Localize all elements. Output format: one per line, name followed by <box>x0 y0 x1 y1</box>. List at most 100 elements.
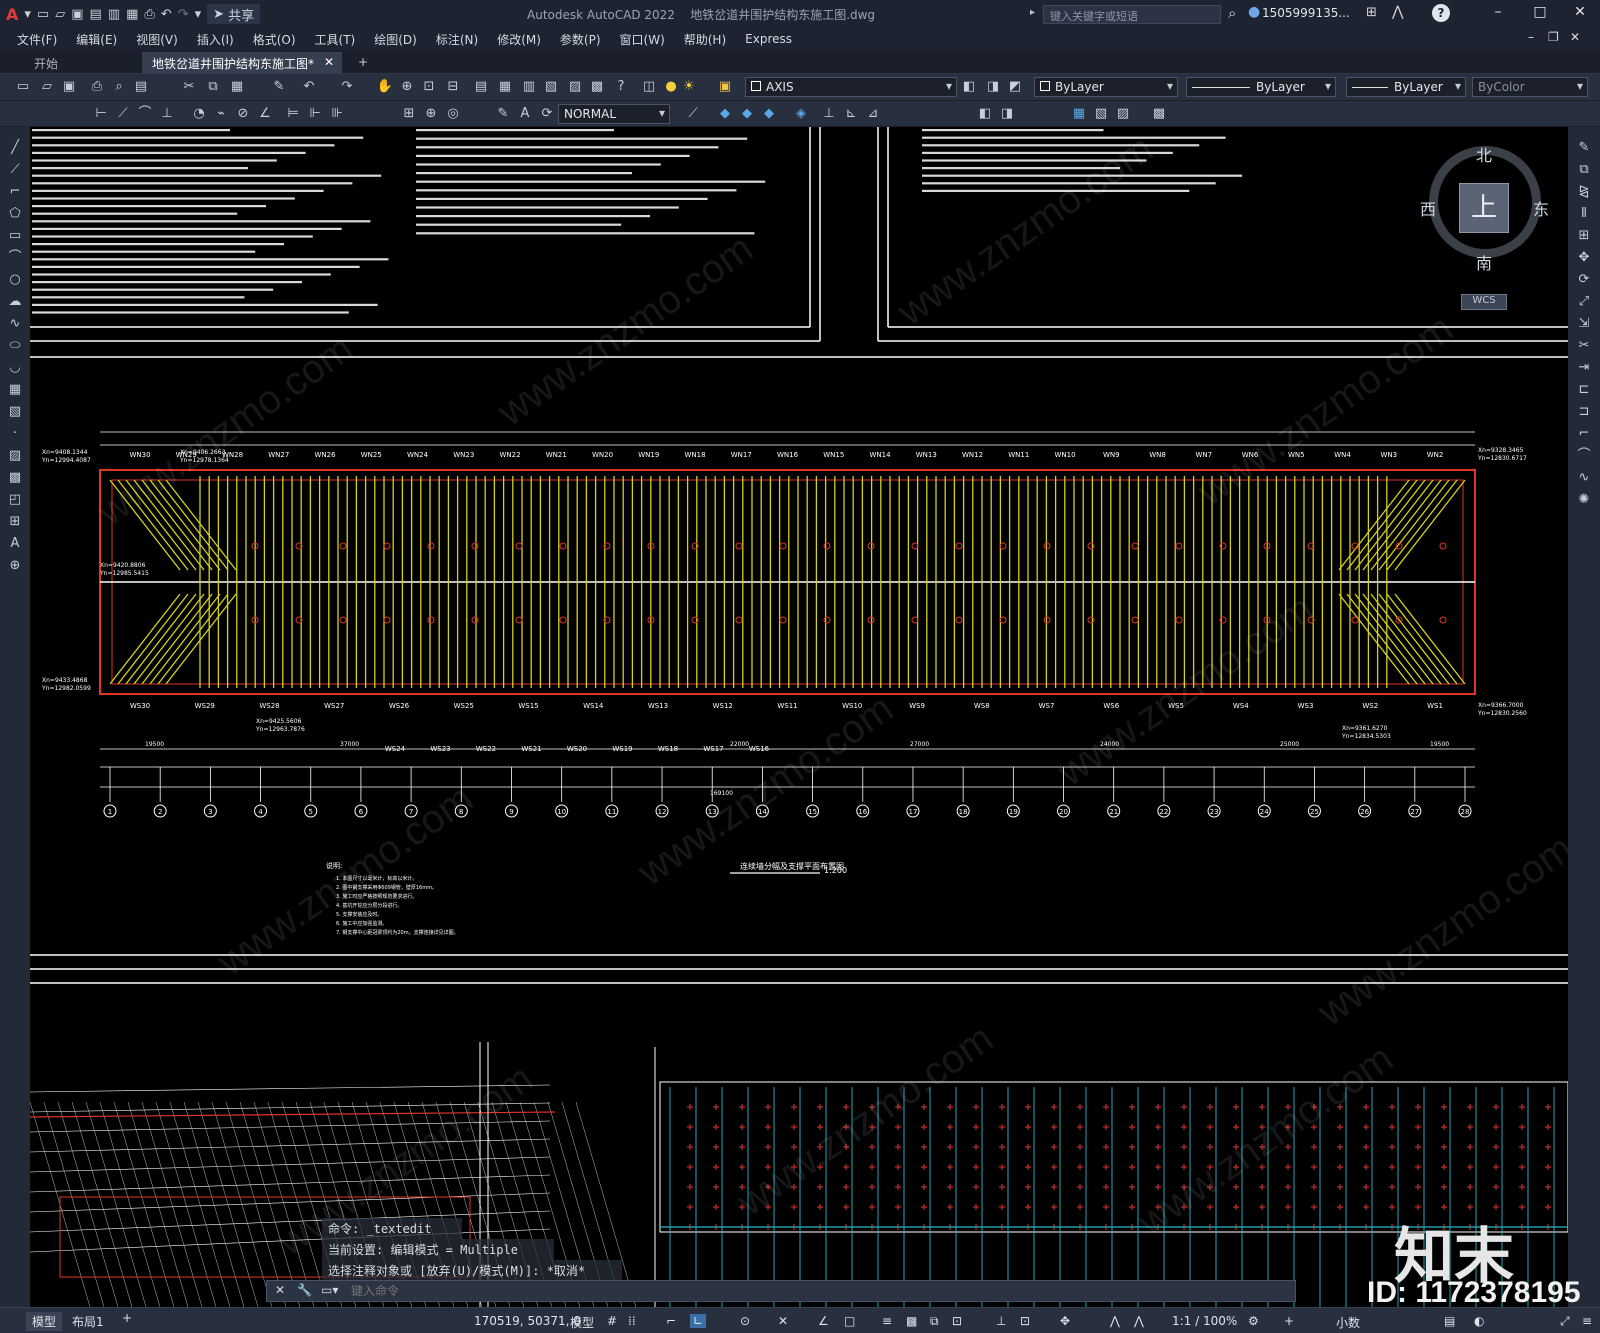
zoom-realtime-icon[interactable]: ⊕ <box>398 78 416 96</box>
auto-scale-icon[interactable]: ⋀ <box>1134 1314 1144 1328</box>
sheetset-icon[interactable]: ▧ <box>542 78 560 96</box>
markup-icon[interactable]: ▨ <box>566 78 584 96</box>
command-input[interactable] <box>351 1283 1271 1299</box>
menu-view[interactable]: 视图(V) <box>136 31 178 48</box>
minimize-button[interactable]: – <box>1486 4 1510 24</box>
add-selected-icon[interactable]: ⊕ <box>6 557 24 575</box>
osnap-icon[interactable]: □ <box>844 1314 855 1328</box>
menu-file[interactable]: 文件(F) <box>17 31 57 48</box>
web-icon[interactable]: ▥ <box>108 4 120 24</box>
view-front-icon[interactable]: ◆ <box>716 105 734 123</box>
mtext-icon[interactable]: A <box>6 535 24 553</box>
command-customize-icon[interactable]: 🔧 <box>297 1283 312 1297</box>
menu-draw[interactable]: 绘图(D) <box>374 31 417 48</box>
dim-jogged-icon[interactable]: ⌁ <box>212 105 230 123</box>
3dosnap-icon[interactable]: ⊡ <box>952 1314 962 1328</box>
search-input[interactable]: 键入关键字或短语 <box>1043 5 1221 24</box>
plot-icon[interactable]: ⎙ <box>144 4 154 24</box>
extend-icon[interactable]: ⇥ <box>1575 359 1593 377</box>
dim-update-icon[interactable]: ⟳ <box>538 105 556 123</box>
drawing-canvas[interactable]: 1 2 3 4 5 6 7 8 9 10 11 12 13 14 15 16 17 18 19 20 21 22 23 24 2… <box>30 127 1568 1307</box>
quick-properties-icon[interactable]: ▤ <box>1444 1314 1455 1328</box>
polygon-icon[interactable]: ⬠ <box>6 205 24 223</box>
table-icon[interactable]: ⊞ <box>6 513 24 531</box>
qnew-icon[interactable]: ▭ <box>14 78 32 96</box>
search-arrow-icon[interactable]: ▸ <box>1030 7 1035 18</box>
explode-icon[interactable]: ✺ <box>1575 491 1593 509</box>
attribute-icon[interactable]: ▨ <box>1114 105 1132 123</box>
chamfer-icon[interactable]: ⌐ <box>1575 425 1593 443</box>
close-button[interactable]: ✕ <box>1568 4 1592 24</box>
revcloud-icon[interactable]: ☁ <box>6 293 24 311</box>
gradient-icon[interactable]: ▩ <box>6 469 24 487</box>
dim-radius-icon[interactable]: ◔ <box>190 105 208 123</box>
model-space-button[interactable]: 模型 <box>570 1314 594 1331</box>
hatch-icon[interactable]: ▨ <box>6 447 24 465</box>
annotation-visibility-icon[interactable]: ⋀ <box>1110 1314 1120 1328</box>
dim-ordinate-icon[interactable]: ⊥ <box>158 105 176 123</box>
circle-icon[interactable]: ○ <box>6 271 24 289</box>
ellipse-arc-icon[interactable]: ◡ <box>6 359 24 377</box>
workspace-gear-icon[interactable]: ⚙ <box>1248 1314 1259 1328</box>
plotstyle-select[interactable]: ByColor <box>1472 77 1588 97</box>
isolate-icon[interactable]: ◐ <box>1474 1314 1484 1328</box>
menu-window[interactable]: 窗口(W) <box>620 31 665 48</box>
menu-tools[interactable]: 工具(T) <box>315 31 356 48</box>
dim-space-icon[interactable]: ⊪ <box>328 105 346 123</box>
shade-icon[interactable]: ◧ <box>976 105 994 123</box>
stretch-icon[interactable]: ⇲ <box>1575 315 1593 333</box>
selection-cycling-icon[interactable]: ⧉ <box>930 1314 939 1329</box>
search-icon[interactable]: ⌕ <box>1228 4 1236 22</box>
qat-dropdown-icon[interactable]: ▾ <box>195 4 202 24</box>
text-style-select[interactable]: NORMAL <box>558 104 670 124</box>
cut-icon[interactable]: ✂ <box>180 78 198 96</box>
menu-edit[interactable]: 编辑(E) <box>76 31 117 48</box>
trim-icon[interactable]: ✂ <box>1575 337 1593 355</box>
menu-dimension[interactable]: 标注(N) <box>436 31 478 48</box>
menu-modify[interactable]: 修改(M) <box>497 31 541 48</box>
command-close-icon[interactable]: ✕ <box>275 1283 285 1297</box>
properties-icon[interactable]: ▤ <box>472 78 490 96</box>
copy-object-icon[interactable]: ⧉ <box>1575 161 1593 179</box>
color-select[interactable]: ByLayer <box>1034 77 1178 97</box>
orbit-icon[interactable]: ◈ <box>792 105 810 123</box>
transparency-icon[interactable]: ▩ <box>906 1314 917 1328</box>
compass-south[interactable]: 南 <box>1476 250 1492 274</box>
menu-express[interactable]: Express <box>745 32 792 46</box>
layer-iso-icon[interactable]: ◩ <box>1006 78 1024 96</box>
preview-icon[interactable]: ⌕ <box>110 78 128 96</box>
autodesk-icon[interactable]: ⋀ <box>1392 4 1403 20</box>
sun-icon[interactable]: ☀ <box>680 78 698 96</box>
menu-help[interactable]: 帮助(H) <box>684 31 726 48</box>
copy-icon[interactable]: ⧉ <box>204 78 222 96</box>
layer-state-icon[interactable]: ◨ <box>984 78 1002 96</box>
isodraft-icon[interactable]: ✕ <box>778 1314 788 1328</box>
cart-icon[interactable]: ⊞ <box>1366 5 1377 20</box>
calculator-icon[interactable]: ▩ <box>588 78 606 96</box>
undo-icon[interactable]: ↶ <box>161 4 172 24</box>
point-icon[interactable]: · <box>6 425 24 443</box>
zoom-window-icon[interactable]: ⊡ <box>420 78 438 96</box>
compass-north[interactable]: 北 <box>1476 142 1492 166</box>
open-icon[interactable]: ▱ <box>55 4 65 24</box>
break-icon[interactable]: ⊏ <box>1575 381 1593 399</box>
move-icon[interactable]: ✥ <box>1575 249 1593 267</box>
save-as-icon[interactable]: ▤ <box>90 4 102 24</box>
save-icon[interactable]: ▣ <box>71 4 83 24</box>
annotation-scale[interactable]: 1:1 / 100% <box>1172 1314 1237 1328</box>
xline-icon[interactable]: ⟋ <box>6 161 24 179</box>
snap-icon[interactable]: ⁞⁞ <box>628 1314 636 1328</box>
inspect-icon[interactable]: ◎ <box>444 105 462 123</box>
menu-insert[interactable]: 插入(I) <box>197 31 234 48</box>
dim-arc-icon[interactable]: ⌒ <box>136 105 154 123</box>
viewcube-top-face[interactable]: 上 <box>1459 183 1509 233</box>
layer-previous-icon[interactable]: ◧ <box>960 78 978 96</box>
dim-diameter-icon[interactable]: ⊘ <box>234 105 252 123</box>
menu-parametric[interactable]: 参数(P) <box>560 31 601 48</box>
tool-palette-icon[interactable]: ▥ <box>520 78 538 96</box>
fullscreen-icon[interactable]: ⤢ <box>1560 1314 1570 1329</box>
dim-edit-icon[interactable]: ✎ <box>494 105 512 123</box>
insert-block-icon[interactable]: ▦ <box>6 381 24 399</box>
redo-icon[interactable]: ↷ <box>178 4 189 24</box>
help-icon[interactable]: ? <box>612 78 630 96</box>
